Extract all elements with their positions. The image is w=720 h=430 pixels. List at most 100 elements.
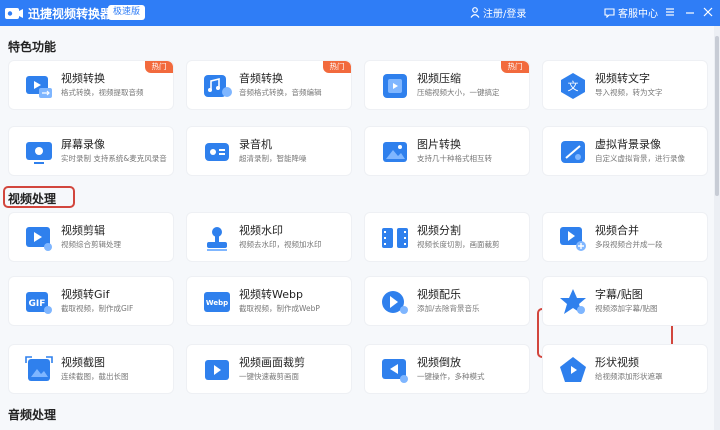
card-name: 视频转文字 xyxy=(595,72,650,85)
card-video-reverse[interactable]: 视频倒放 一键操作，多种模式 xyxy=(364,344,530,394)
card-name: 视频水印 xyxy=(239,224,283,237)
card-name: 形状视频 xyxy=(595,356,639,369)
title-bar: 迅捷视频转换器 极速版 注册/登录 客服中心 xyxy=(0,0,720,26)
edition-badge: 极速版 xyxy=(108,5,146,20)
card-desc: 给视频添加形状遮罩 xyxy=(595,372,663,381)
card-desc: 压缩视频大小，一键搞定 xyxy=(417,88,500,97)
card-desc: 多段视频合并成一段 xyxy=(595,240,663,249)
webp-icon: Webp xyxy=(204,292,230,312)
card-name: 视频合并 xyxy=(595,224,639,237)
card-video-screenshot[interactable]: 视频截图 连续截图，截出长图 xyxy=(8,344,174,394)
card-video-watermark[interactable]: 视频水印 视频去水印，视频加水印 xyxy=(186,212,352,262)
video-merge-icon xyxy=(560,227,586,251)
card-desc: 音频格式转换，音频编辑 xyxy=(239,88,322,97)
card-video-split[interactable]: 视频分割 视频长度切割，画面裁剪 xyxy=(364,212,530,262)
svg-text:GIF: GIF xyxy=(29,299,46,309)
card-name: 图片转换 xyxy=(417,138,461,151)
card-name: 视频压缩 xyxy=(417,72,461,85)
card-audio-convert[interactable]: 音频转换 音频格式转换，音频编辑 热门 xyxy=(186,60,352,110)
card-name: 屏幕录像 xyxy=(61,138,105,151)
star-icon xyxy=(560,289,586,314)
card-desc: 一键操作，多种模式 xyxy=(417,372,485,381)
reverse-play-icon xyxy=(382,359,408,383)
watermark-stamp-icon xyxy=(207,227,227,251)
card-desc: 添加/去除背景音乐 xyxy=(417,304,480,313)
chat-icon xyxy=(604,8,615,18)
card-name: 视频剪辑 xyxy=(61,224,105,237)
crop-icon xyxy=(205,360,229,380)
card-desc: 视频添加字幕/贴图 xyxy=(595,304,658,313)
card-desc: 自定义虚拟背景，进行录像 xyxy=(595,154,685,163)
card-desc: 导入视频，转为文字 xyxy=(595,88,663,97)
section-title-video: 视频处理 xyxy=(8,192,57,206)
feature-panel: 特色功能 视频转换 格式转换，视频提取音频 热门 音频转换 音频格式转换，音频编… xyxy=(0,26,714,430)
screenshot-icon xyxy=(25,356,53,381)
scroll-thumb[interactable] xyxy=(715,36,719,196)
login-link[interactable]: 注册/登录 xyxy=(470,5,526,20)
card-name: 视频画面裁剪 xyxy=(239,356,305,369)
card-desc: 视频去水印，视频加水印 xyxy=(239,240,322,249)
card-video-compress[interactable]: 视频压缩 压缩视频大小，一键搞定 热门 xyxy=(364,60,530,110)
video-convert-icon xyxy=(26,76,52,98)
image-convert-icon xyxy=(383,142,407,162)
card-name: 视频截图 xyxy=(61,356,105,369)
video-edit-icon xyxy=(26,227,52,251)
card-virtual-background[interactable]: 虚拟背景录像 自定义虚拟背景，进行录像 xyxy=(542,126,708,176)
hot-badge: 热门 xyxy=(145,61,173,73)
card-name: 虚拟背景录像 xyxy=(595,138,661,151)
video-to-text-icon: 文 xyxy=(561,73,585,99)
card-desc: 视频综合剪辑处理 xyxy=(61,240,121,249)
card-name: 视频转Gif xyxy=(61,288,110,301)
card-image-convert[interactable]: 图片转换 支持几十种格式相互转 xyxy=(364,126,530,176)
video-compress-icon xyxy=(383,74,407,98)
card-name: 视频分割 xyxy=(417,224,461,237)
app-title: 迅捷视频转换器 xyxy=(28,7,113,21)
card-name: 音频转换 xyxy=(239,72,283,85)
card-video-convert[interactable]: 视频转换 格式转换，视频提取音频 热门 xyxy=(8,60,174,110)
card-desc: 截取视频，制作成GIF xyxy=(61,304,134,313)
card-desc: 超清录制，智能降噪 xyxy=(239,154,307,163)
card-video-crop[interactable]: 视频画面裁剪 一键快速裁剪画面 xyxy=(186,344,352,394)
hot-badge: 热门 xyxy=(501,61,529,73)
minimize-icon[interactable] xyxy=(682,4,698,20)
card-shape-video[interactable]: 形状视频 给视频添加形状遮罩 xyxy=(542,344,708,394)
section-title-audio: 音频处理 xyxy=(8,408,57,422)
card-recorder[interactable]: 录音机 超清录制，智能降噪 xyxy=(186,126,352,176)
card-subtitle-sticker[interactable]: 字幕/贴图 视频添加字幕/贴图 xyxy=(542,276,708,326)
svg-text:文: 文 xyxy=(568,79,579,93)
card-desc: 视频长度切割，画面裁剪 xyxy=(417,240,500,249)
card-screen-record[interactable]: 屏幕录像 实时录制 支持系统&麦克风录音 xyxy=(8,126,174,176)
music-play-icon xyxy=(382,291,408,314)
card-video-to-text[interactable]: 文 视频转文字 导入视频，转为文字 xyxy=(542,60,708,110)
card-name: 视频配乐 xyxy=(417,288,461,301)
card-desc: 格式转换，视频提取音频 xyxy=(61,88,144,97)
card-desc: 支持几十种格式相互转 xyxy=(417,154,492,163)
recorder-icon xyxy=(205,143,229,161)
close-icon[interactable] xyxy=(700,4,716,20)
card-name: 视频倒放 xyxy=(417,356,461,369)
screen-record-icon xyxy=(26,142,52,164)
card-desc: 实时录制 支持系统&麦克风录音 xyxy=(61,154,167,163)
pentagon-shape-icon xyxy=(560,357,586,382)
card-video-to-webp[interactable]: Webp 视频转Webp 截取视频，制作成WebP xyxy=(186,276,352,326)
menu-icon[interactable] xyxy=(662,4,678,20)
virtual-background-icon xyxy=(561,141,585,163)
card-video-merge[interactable]: 视频合并 多段视频合并成一段 xyxy=(542,212,708,262)
card-desc: 截取视频，制作成WebP xyxy=(239,304,320,313)
gif-icon: GIF xyxy=(26,292,52,314)
card-name: 字幕/贴图 xyxy=(595,288,643,301)
video-split-icon xyxy=(382,228,408,248)
app-logo-icon xyxy=(5,8,23,19)
card-name: 视频转换 xyxy=(61,72,105,85)
section-title-featured: 特色功能 xyxy=(8,40,57,54)
login-label: 注册/登录 xyxy=(483,9,527,20)
card-name: 视频转Webp xyxy=(239,288,303,301)
svg-text:Webp: Webp xyxy=(206,299,228,307)
scrollbar[interactable] xyxy=(714,26,720,430)
user-icon xyxy=(470,7,480,18)
support-link[interactable]: 客服中心 xyxy=(604,5,658,20)
card-video-edit[interactable]: 视频剪辑 视频综合剪辑处理 xyxy=(8,212,174,262)
card-video-to-gif[interactable]: GIF 视频转Gif 截取视频，制作成GIF xyxy=(8,276,174,326)
hot-badge: 热门 xyxy=(323,61,351,73)
card-video-music[interactable]: 视频配乐 添加/去除背景音乐 xyxy=(364,276,530,326)
